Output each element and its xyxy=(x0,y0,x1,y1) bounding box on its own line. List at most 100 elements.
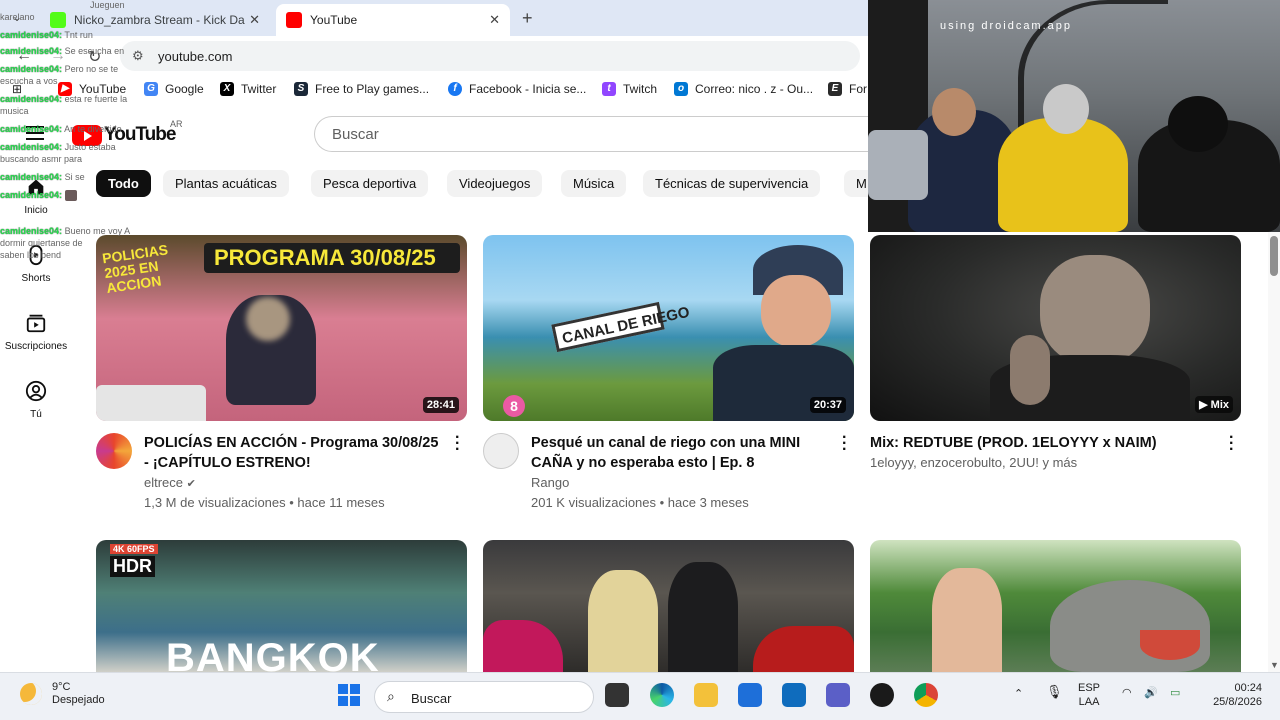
tab-kick-stream[interactable]: Nicko_zambra Stream - Kick Da ✕ xyxy=(40,4,270,36)
video-thumbnail[interactable] xyxy=(483,540,854,672)
more-options-icon[interactable]: · · · xyxy=(842,430,847,458)
outlook-app-icon[interactable] xyxy=(782,683,806,707)
video-title[interactable]: Pesqué un canal de riego con una MINI CA… xyxy=(531,433,831,473)
shorts-icon xyxy=(29,244,43,266)
video-card[interactable] xyxy=(870,540,1241,672)
microsoft-store-icon[interactable] xyxy=(738,683,762,707)
back-icon[interactable]: ← xyxy=(16,47,32,65)
taskbar-search[interactable]: ⌕ Buscar xyxy=(374,681,594,713)
youtube-logo[interactable]: YouTube AR xyxy=(72,119,183,146)
new-tab-button[interactable]: + xyxy=(522,8,533,29)
edge-icon[interactable] xyxy=(650,683,674,707)
browser-tab-bar: ⌄ Nicko_zambra Stream - Kick Da ✕ YouTub… xyxy=(0,0,868,36)
microphone-icon[interactable]: 🎙 xyxy=(1046,685,1063,699)
url-text[interactable]: youtube.com xyxy=(158,49,232,64)
video-card[interactable]: CANAL DE RIEGO 8 20:37 Pesqué un canal d… xyxy=(483,235,854,515)
subscriptions-icon xyxy=(26,314,46,333)
video-thumbnail[interactable] xyxy=(870,540,1241,672)
bookmark-epic[interactable]: E For xyxy=(828,82,867,96)
page-scrollbar[interactable]: ▼ xyxy=(1268,232,1280,672)
video-thumbnail[interactable]: CANAL DE RIEGO 8 20:37 xyxy=(483,235,854,421)
channel-avatar[interactable] xyxy=(96,433,132,469)
chip-sport-fishing[interactable]: Pesca deportiva xyxy=(311,170,429,197)
bookmark-twitter[interactable]: X Twitter xyxy=(220,82,276,96)
youtube-favicon-icon xyxy=(286,12,302,28)
chip-videogames[interactable]: Videojuegos xyxy=(447,170,543,197)
file-explorer-icon[interactable] xyxy=(694,683,718,707)
apps-grid-icon[interactable]: ⊞ xyxy=(12,82,22,96)
webcam-overlay: using droidcam.app xyxy=(868,0,1280,232)
app-with-notification-icon[interactable] xyxy=(870,683,894,707)
language-indicator[interactable]: ESP LAA xyxy=(1078,681,1100,709)
scroll-down-arrow-icon[interactable]: ▼ xyxy=(1270,660,1279,670)
video-card[interactable] xyxy=(483,540,854,672)
droidcam-watermark: using droidcam.app xyxy=(940,20,1073,32)
verified-check-icon: ✔ xyxy=(186,478,196,490)
channel-name[interactable]: Rango xyxy=(531,475,569,490)
video-duration: 20:37 xyxy=(809,397,846,413)
clock[interactable]: 00:24 25/8/2026 xyxy=(1200,681,1262,709)
video-thumbnail[interactable]: 4K 60FPS HDR BANGKOK xyxy=(96,540,467,672)
show-hidden-icons-icon[interactable]: ⌃ xyxy=(1014,687,1023,701)
chip-all[interactable]: Todo xyxy=(96,170,151,197)
chrome-icon[interactable] xyxy=(914,683,938,707)
wifi-icon[interactable]: ◠ xyxy=(1122,686,1132,700)
4k-badge: 4K 60FPS xyxy=(110,544,158,554)
more-options-icon[interactable]: · · · xyxy=(1229,430,1234,458)
chip-music[interactable]: Música xyxy=(561,170,627,197)
outlook-icon: o xyxy=(674,82,688,96)
tab-youtube[interactable]: YouTube ✕ xyxy=(276,4,510,36)
bookmark-facebook[interactable]: f Facebook - Inicia se... xyxy=(448,82,586,96)
search-input[interactable]: Buscar xyxy=(314,116,874,152)
forward-icon[interactable]: → xyxy=(50,47,66,65)
channel-name[interactable]: eltrece ✔ xyxy=(144,475,196,490)
chip-aquatic-plants[interactable]: Plantas acuáticas xyxy=(163,170,289,197)
teams-icon[interactable] xyxy=(826,683,850,707)
weather-widget[interactable]: 9°C Despejado xyxy=(20,681,105,707)
bookmark-youtube[interactable]: ▶ YouTube xyxy=(58,82,126,96)
close-tab-icon[interactable]: ✕ xyxy=(249,12,260,28)
kick-favicon-icon xyxy=(50,12,66,28)
google-icon: G xyxy=(144,82,158,96)
volume-icon[interactable]: 🔊 xyxy=(1144,686,1158,700)
youtube-play-icon xyxy=(72,124,102,146)
mix-artists: 1eloyyy, enzocerobulto, 2UU! y más xyxy=(870,455,1078,470)
steam-icon: S xyxy=(294,82,308,96)
home-icon xyxy=(28,179,44,195)
video-title[interactable]: Mix: REDTUBE (PROD. 1ELOYYY x NAIM) xyxy=(870,433,1220,453)
country-code: AR xyxy=(170,119,183,129)
video-title[interactable]: POLICÍAS EN ACCIÓN - Programa 30/08/25 -… xyxy=(144,433,444,473)
chip-survival-techniques[interactable]: Técnicas de supervivencia xyxy=(643,170,821,197)
address-bar[interactable]: ⚙ youtube.com xyxy=(120,41,860,71)
nav-subscriptions[interactable]: Suscripciones xyxy=(0,312,72,352)
video-thumbnail[interactable]: ▶︎ Mix xyxy=(870,235,1241,421)
video-card[interactable]: PROGRAMA 30/08/25 POLICIAS 2025 EN ACCIO… xyxy=(96,235,467,515)
browser-toolbar: ← → ↻ ⚙ youtube.com xyxy=(0,36,868,76)
nav-home[interactable]: Inicio xyxy=(0,176,72,216)
bookmark-outlook[interactable]: o Correo: nico . z - Ou... xyxy=(674,82,813,96)
playlist-icon: ▶︎ xyxy=(1199,399,1211,411)
nav-you[interactable]: Tú xyxy=(0,380,72,420)
video-thumbnail[interactable]: PROGRAMA 30/08/25 POLICIAS 2025 EN ACCIO… xyxy=(96,235,467,421)
menu-hamburger-icon[interactable] xyxy=(26,126,44,144)
bookmarks-bar: ⊞ ▶ YouTube G Google X Twitter S Free to Pla… xyxy=(0,76,868,104)
tab-search-chevron-icon[interactable]: ⌄ xyxy=(12,10,22,24)
bookmark-google[interactable]: G Google xyxy=(144,82,204,96)
bookmark-steam[interactable]: S Free to Play games... xyxy=(294,82,429,96)
search-icon: ⌕ xyxy=(387,688,395,704)
scrollbar-thumb[interactable] xyxy=(1270,236,1278,276)
moon-icon xyxy=(20,683,42,705)
start-button-icon[interactable] xyxy=(338,684,360,706)
close-tab-icon[interactable]: ✕ xyxy=(489,12,500,28)
battery-icon[interactable]: ▭ xyxy=(1170,686,1180,700)
video-card[interactable]: ▶︎ Mix Mix: REDTUBE (PROD. 1ELOYYY x NAI… xyxy=(870,235,1241,515)
more-options-icon[interactable]: · · · xyxy=(455,430,460,458)
site-info-icon[interactable]: ⚙ xyxy=(132,48,144,64)
nav-shorts[interactable]: Shorts xyxy=(0,244,72,284)
reload-icon[interactable]: ↻ xyxy=(88,47,101,67)
x-icon: X xyxy=(220,82,234,96)
task-view-icon[interactable] xyxy=(605,683,629,707)
bookmark-twitch[interactable]: t Twitch xyxy=(602,82,657,96)
channel-avatar[interactable] xyxy=(483,433,519,469)
video-card[interactable]: 4K 60FPS HDR BANGKOK xyxy=(96,540,467,672)
